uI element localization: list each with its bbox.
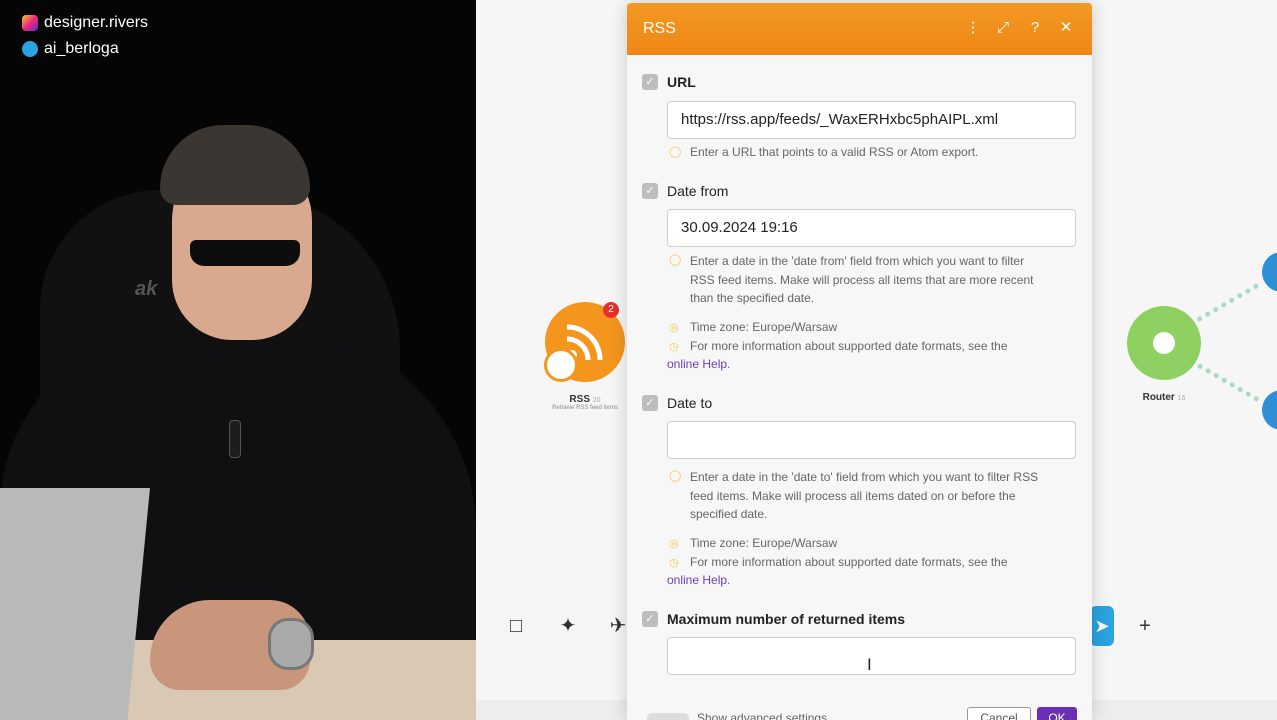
operation-count-badge: 2: [603, 302, 619, 318]
help-icon[interactable]: ?: [1024, 17, 1046, 39]
date-to-hint: Enter a date in the 'date to' field from…: [690, 468, 1075, 524]
cancel-button[interactable]: Cancel: [967, 707, 1031, 720]
dialog-title: RSS: [643, 20, 676, 37]
date-to-map-toggle[interactable]: ✓: [642, 395, 658, 411]
date-to-hint-line: feed items. Make will process all items …: [690, 488, 1016, 503]
date-from-hint-line: Enter a date in the 'date from' field fr…: [690, 254, 1025, 268]
url-map-toggle[interactable]: ✓: [642, 74, 658, 90]
timezone-text: Time zone: Europe/Warsaw: [690, 320, 838, 334]
rss-node-label: RSS 20: [541, 394, 629, 405]
max-items-map-toggle[interactable]: ✓: [642, 611, 658, 627]
timezone-text: Time zone: Europe/Warsaw: [690, 536, 838, 550]
date-from-hint-line: than the specified date.: [690, 291, 815, 305]
telegram-handle: ai_berloga: [22, 40, 119, 58]
date-from-label: Date from: [667, 183, 729, 199]
url-label: URL: [667, 74, 696, 90]
date-from-hint: Enter a date in the 'date from' field fr…: [690, 252, 1075, 308]
date-to-label: Date to: [667, 395, 713, 411]
more-icon[interactable]: ⋮: [962, 17, 984, 39]
hint-bulb-icon: ◯: [669, 254, 682, 266]
date-to-input[interactable]: [667, 421, 1076, 459]
rss-module-node[interactable]: 2 RSS 20 Retrieve RSS feed items: [541, 302, 629, 411]
webcam-video: ak designer.rivers ai_berloga: [0, 0, 476, 720]
person-hair: [160, 125, 310, 205]
hint-bulb-icon: ◯: [669, 470, 682, 482]
online-help-link[interactable]: online Help.: [667, 355, 1076, 374]
text-cursor-icon: I: [867, 655, 872, 674]
clock-icon: ◷: [669, 341, 679, 353]
lapel-mic: [229, 420, 241, 458]
rss-node-sublabel: Retrieve RSS feed items: [552, 405, 618, 411]
advanced-settings-toggle[interactable]: [647, 713, 689, 720]
ok-button[interactable]: OK: [1037, 707, 1077, 720]
url-input[interactable]: https://rss.app/feeds/_WaxERHxbc5phAIPL.…: [667, 101, 1076, 139]
rss-node-id: 20: [592, 397, 601, 404]
date-to-help: Time zone: Europe/Warsaw For more inform…: [667, 534, 1076, 590]
router-module-node[interactable]: Router 16: [1126, 306, 1202, 403]
date-to-hint-line: specified date.: [690, 507, 768, 521]
help-text: For more information about supported dat…: [690, 338, 1008, 353]
expand-icon[interactable]: ⤢: [992, 17, 1014, 39]
telegram-handle-text: ai_berloga: [44, 40, 119, 57]
rss-node-title: RSS: [569, 394, 590, 405]
dialog-footer: Show advanced settings Cancel OK: [627, 703, 1092, 720]
close-icon[interactable]: ✕: [1055, 17, 1077, 39]
date-from-map-toggle[interactable]: ✓: [642, 183, 658, 199]
help-text: For more information about supported dat…: [690, 554, 1008, 569]
router-node-id: 16: [1177, 395, 1186, 402]
telegram-module-icon[interactable]: ➤: [1090, 606, 1114, 646]
online-help-link[interactable]: online Help.: [667, 571, 1076, 590]
router-bubble[interactable]: [1127, 306, 1201, 380]
date-from-help: Time zone: Europe/Warsaw For more inform…: [667, 318, 1076, 374]
wristwatch: [268, 618, 314, 670]
telegram-icon: [22, 41, 38, 57]
router-node-title: Router: [1142, 392, 1175, 403]
note-icon[interactable]: □: [502, 612, 530, 640]
url-hint: Enter a URL that points to a valid RSS o…: [690, 145, 979, 159]
date-to-hint-line: Enter a date in the 'date to' field from…: [690, 470, 1039, 484]
hint-bulb-icon: ◯: [669, 146, 682, 158]
advanced-settings-label: Show advanced settings: [697, 711, 828, 720]
instagram-handle: designer.rivers: [22, 14, 148, 32]
add-icon[interactable]: +: [1131, 612, 1159, 640]
router-node-label: Router 16: [1126, 392, 1202, 403]
clock-icon: ◷: [669, 557, 679, 569]
laptop: [0, 488, 150, 720]
rss-module-dialog: RSS ⋮ ⤢ ? ✕ ✓ URL https://rss.app/feeds/…: [627, 3, 1092, 720]
dialog-header: RSS ⋮ ⤢ ? ✕: [627, 3, 1092, 55]
max-items-label: Maximum number of returned items: [667, 611, 906, 627]
instagram-icon: [22, 15, 38, 31]
magic-wand-icon[interactable]: ✦: [554, 612, 582, 640]
schedule-clock-icon[interactable]: [544, 348, 578, 382]
router-icon: [1153, 332, 1175, 354]
instagram-handle-text: designer.rivers: [44, 14, 149, 31]
date-from-hint-line: RSS feed items. Make will process all it…: [690, 272, 1034, 287]
date-from-input[interactable]: 30.09.2024 19:16: [667, 209, 1076, 247]
rss-module-bubble[interactable]: 2: [544, 302, 625, 382]
chair-logo: ak: [135, 278, 158, 300]
sunglasses: [190, 240, 300, 266]
